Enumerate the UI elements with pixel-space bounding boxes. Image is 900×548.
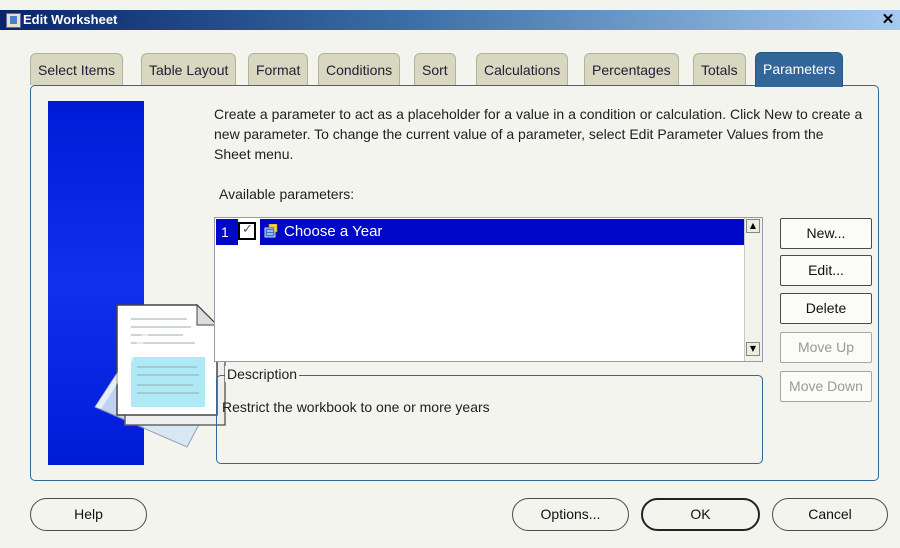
move-up-button[interactable]: Move Up: [780, 332, 872, 363]
available-parameters-label: Available parameters:: [219, 186, 355, 202]
app-icon: [6, 13, 21, 28]
edit-button[interactable]: Edit...: [780, 255, 872, 286]
tab-conditions[interactable]: Conditions: [318, 53, 401, 85]
description-group: Description Restrict the workbook to one…: [216, 366, 763, 464]
new-button[interactable]: New...: [780, 218, 872, 249]
scroll-up-arrow-icon[interactable]: ▲: [746, 219, 760, 233]
delete-button[interactable]: Delete: [780, 293, 872, 324]
parameters-panel: Create a parameter to act as a placehold…: [30, 85, 879, 481]
tab-table-layout[interactable]: Table Layout: [141, 53, 237, 85]
options-button[interactable]: Options...: [512, 498, 629, 531]
close-button[interactable]: ✕: [880, 12, 896, 28]
tab-sort[interactable]: Sort: [414, 53, 456, 85]
tab-select-items[interactable]: Select Items: [30, 53, 124, 85]
title-bar: Edit Worksheet ✕: [0, 10, 900, 30]
tab-totals[interactable]: Totals: [693, 53, 746, 85]
list-item[interactable]: 1 Choose a Year: [216, 219, 744, 245]
parameter-enabled-checkbox[interactable]: [238, 222, 256, 240]
scroll-down-arrow-icon[interactable]: ▼: [746, 342, 760, 356]
parameter-icon: [264, 224, 278, 238]
tab-format[interactable]: Format: [248, 53, 309, 85]
vertical-scrollbar[interactable]: ▲ ▼: [744, 218, 762, 361]
tab-parameters[interactable]: Parameters: [755, 52, 844, 87]
help-button[interactable]: Help: [30, 498, 147, 531]
selected-row-highlight[interactable]: Choose a Year: [260, 219, 744, 245]
description-text: Restrict the workbook to one or more yea…: [222, 399, 490, 415]
tab-calculations[interactable]: Calculations: [476, 53, 569, 85]
cancel-button[interactable]: Cancel: [772, 498, 888, 531]
row-number: 1: [221, 224, 229, 240]
instructions-text: Create a parameter to act as a placehold…: [214, 106, 863, 162]
ok-button[interactable]: OK: [641, 498, 760, 531]
description-legend: Description: [225, 366, 300, 382]
move-down-button[interactable]: Move Down: [780, 371, 872, 402]
tab-percentages[interactable]: Percentages: [584, 53, 679, 85]
window-title: Edit Worksheet: [23, 12, 118, 27]
parameter-name: Choose a Year: [284, 223, 383, 240]
edit-worksheet-dialog: Edit Worksheet ✕ Select Items Table Layo…: [0, 0, 900, 548]
parameters-list[interactable]: 1 Choose a Year ▲ ▼: [214, 217, 763, 362]
